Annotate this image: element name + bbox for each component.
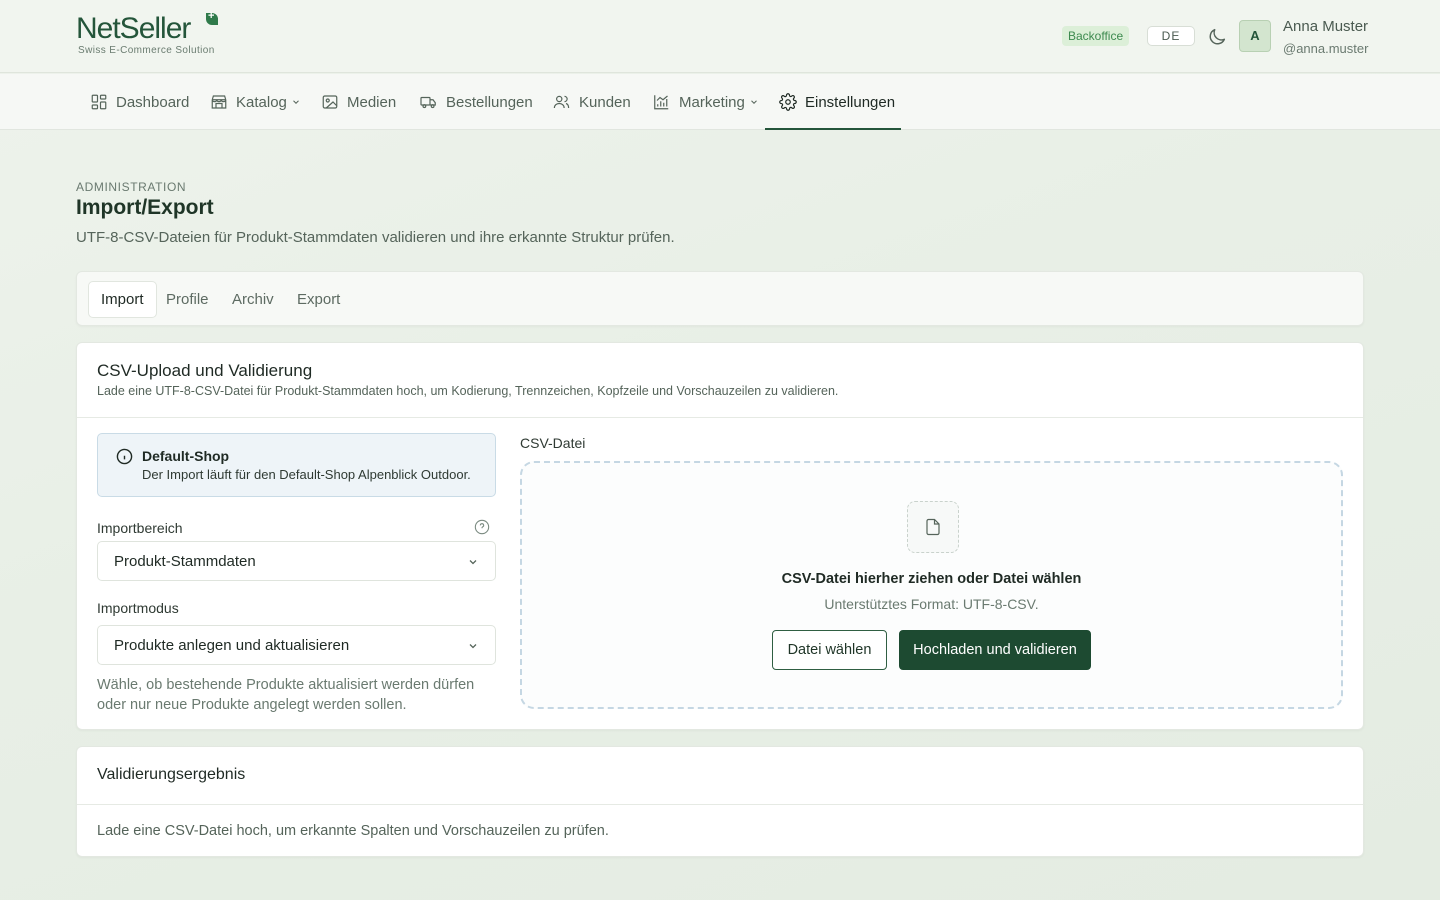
- import-mode-hint: Wähle, ob bestehende Produkte aktualisie…: [97, 677, 475, 713]
- user-handle: @anna.muster: [1283, 41, 1369, 56]
- upload-validate-button[interactable]: Hochladen und validieren: [899, 630, 1091, 670]
- tab-export[interactable]: Export: [285, 281, 352, 318]
- nav-label: Medien: [347, 93, 397, 111]
- file-icon: [926, 518, 940, 536]
- info-icon: [116, 448, 133, 465]
- divider: [77, 417, 1363, 418]
- store-icon: [211, 95, 227, 109]
- info-text: Der Import läuft für den Default-Shop Al…: [142, 467, 471, 482]
- import-area-select[interactable]: Produkt-Stammdaten: [97, 541, 496, 581]
- nav-label: Dashboard: [116, 93, 190, 111]
- dashboard-icon: [91, 94, 107, 110]
- import-area-label: Importbereich: [97, 520, 183, 536]
- users-icon: [553, 95, 570, 109]
- user-name[interactable]: Anna Muster: [1283, 18, 1368, 35]
- active-nav-indicator: [765, 128, 901, 130]
- chart-icon: [654, 95, 669, 110]
- validation-result-card: Validierungsergebnis Lade eine CSV-Datei…: [76, 746, 1364, 857]
- nav-item-katalog[interactable]: Katalog: [210, 74, 301, 130]
- default-shop-info: Default-Shop Der Import läuft für den De…: [97, 433, 496, 497]
- import-area-value: Produkt-Stammdaten: [114, 553, 256, 570]
- brand-tagline: Swiss E-Commerce Solution: [78, 45, 215, 56]
- nav-label: Kunden: [579, 93, 631, 111]
- brand-name: NetSeller: [76, 12, 191, 45]
- netseller-logo[interactable]: NetSeller Swiss E-Commerce Solution: [76, 10, 226, 60]
- info-title: Default-Shop: [142, 448, 230, 464]
- help-icon[interactable]: [474, 519, 490, 535]
- nav-item-einstellungen[interactable]: Einstellungen: [779, 74, 895, 130]
- import-mode-value: Produkte anlegen und aktualisieren: [114, 637, 350, 654]
- card-subtitle: Lade eine UTF-8-CSV-Datei für Produkt-St…: [97, 384, 839, 398]
- nav-item-marketing[interactable]: Marketing: [652, 74, 759, 130]
- backoffice-badge: Backoffice: [1062, 26, 1130, 46]
- nav-label: Marketing: [679, 93, 745, 111]
- choose-file-button[interactable]: Datei wählen: [772, 630, 887, 670]
- result-text: Lade eine CSV-Datei hoch, um erkannte Sp…: [97, 823, 609, 839]
- chevron-down-icon: [469, 560, 477, 565]
- truck-icon: [420, 96, 436, 109]
- nav-item-kunden[interactable]: Kunden: [552, 74, 631, 130]
- top-header: NetSeller Swiss E-Commerce Solution Back…: [0, 0, 1440, 73]
- nav-label: Katalog: [236, 93, 287, 111]
- nav-item-medien[interactable]: Medien: [321, 74, 396, 130]
- card-title: CSV-Upload und Validierung: [97, 361, 313, 380]
- nav-item-bestellungen[interactable]: Bestellungen: [419, 74, 533, 130]
- divider: [77, 804, 1363, 805]
- chevron-down-icon: [469, 644, 477, 649]
- import-mode-label: Importmodus: [97, 600, 179, 616]
- nav-item-dashboard[interactable]: Dashboard: [90, 74, 189, 130]
- moon-icon: [1209, 28, 1226, 45]
- dark-mode-toggle[interactable]: [1206, 26, 1228, 48]
- dropzone-subtitle: Unterstütztes Format: UTF-8-CSV.: [824, 596, 1039, 612]
- main-navigation: Dashboard Katalog Medien Bestellungen Ku…: [0, 74, 1440, 130]
- nav-label: Bestellungen: [446, 93, 533, 111]
- csv-file-label: CSV-Datei: [520, 435, 586, 451]
- language-switcher[interactable]: DE: [1147, 26, 1195, 46]
- chevron-down-icon: [293, 100, 299, 104]
- result-title: Validierungsergebnis: [97, 766, 246, 783]
- chevron-down-icon: [750, 100, 757, 104]
- tab-import[interactable]: Import: [88, 281, 157, 318]
- page-description: UTF-8-CSV-Dateien für Produkt-Stammdaten…: [76, 229, 675, 246]
- page-eyebrow: ADMINISTRATION: [76, 180, 187, 194]
- import-export-tabs: Import Profile Archiv Export: [76, 271, 1364, 326]
- dropzone-title: CSV-Datei hierher ziehen oder Datei wähl…: [781, 571, 1082, 587]
- leaf-icon: [206, 10, 218, 25]
- tab-profile[interactable]: Profile: [154, 281, 221, 318]
- csv-upload-card: CSV-Upload und Validierung Lade eine UTF…: [76, 342, 1364, 730]
- file-icon-box: [907, 501, 959, 553]
- gear-icon: [779, 93, 797, 111]
- avatar[interactable]: A: [1239, 20, 1271, 52]
- nav-label: Einstellungen: [805, 93, 896, 111]
- page-title: Import/Export: [76, 196, 214, 219]
- csv-dropzone[interactable]: CSV-Datei hierher ziehen oder Datei wähl…: [520, 461, 1343, 709]
- tab-archiv[interactable]: Archiv: [220, 281, 286, 318]
- image-icon: [322, 95, 338, 109]
- import-mode-select[interactable]: Produkte anlegen und aktualisieren: [97, 625, 496, 665]
